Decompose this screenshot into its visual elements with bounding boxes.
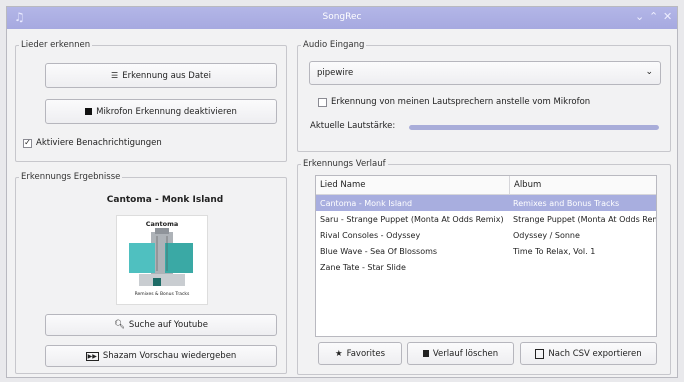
album-cell: Odyssey / Sonne bbox=[513, 230, 580, 240]
recognize-from-file-label: Erkennung aus Datei bbox=[122, 70, 211, 81]
album-column-header[interactable]: Album bbox=[509, 176, 656, 194]
songrec-window: ♫ SongRec ⌄ ⌃ ✕ Lieder erkennen ☰ Erkenn… bbox=[6, 6, 678, 378]
export-csv-label: Nach CSV exportieren bbox=[548, 348, 642, 359]
checkmark-icon[interactable]: ✓ bbox=[23, 138, 32, 148]
clear-history-label: Verlauf löschen bbox=[432, 348, 499, 359]
star-icon: ★ bbox=[334, 348, 343, 359]
cover-art bbox=[129, 228, 193, 286]
export-csv-button[interactable]: Nach CSV exportieren bbox=[520, 342, 657, 365]
history-table-header: Lied Name Album bbox=[316, 176, 656, 195]
notifications-label: Aktiviere Benachrichtigungen bbox=[36, 138, 162, 148]
document-icon bbox=[535, 348, 545, 359]
song-cell: Cantoma - Monk Island bbox=[320, 198, 413, 208]
song-cell: Saru - Strange Puppet (Monta At Odds Rem… bbox=[320, 214, 504, 224]
audio-input-group-label: Audio Eingang bbox=[303, 40, 365, 50]
stop-icon bbox=[85, 108, 93, 115]
disable-mic-label: Mikrofon Erkennung deaktivieren bbox=[96, 106, 237, 117]
speakers-checkbox[interactable]: Erkennung von meinen Lautsprechern anste… bbox=[318, 97, 590, 107]
shazam-preview-button[interactable]: ▶▶ Shazam Vorschau wiedergeben bbox=[45, 345, 277, 367]
media-icon: ▶▶ bbox=[85, 351, 99, 361]
recognize-from-file-button[interactable]: ☰ Erkennung aus Datei bbox=[45, 63, 277, 88]
cover-subtitle: Remixes & Bonus Tracks bbox=[134, 292, 190, 297]
album-cell: Strange Puppet (Monta At Odds Rem bbox=[513, 214, 656, 224]
album-cell: Remixes and Bonus Tracks bbox=[513, 198, 620, 208]
window-title: SongRec bbox=[322, 12, 362, 22]
song-cell: Zane Tate - Star Slide bbox=[320, 262, 406, 272]
volume-meter-fill bbox=[409, 125, 659, 130]
history-group-label: Erkennungs Verlauf bbox=[303, 159, 386, 169]
table-row[interactable]: Saru - Strange Puppet (Monta At Odds Rem… bbox=[316, 211, 656, 227]
maximize-icon[interactable]: ⌃ bbox=[649, 10, 658, 23]
favorites-label: Favorites bbox=[346, 348, 386, 359]
table-row[interactable]: Zane Tate - Star Slide bbox=[316, 259, 656, 275]
song-cell: Blue Wave - Sea Of Blossoms bbox=[320, 246, 438, 256]
table-row[interactable]: Blue Wave - Sea Of Blossoms Time To Rela… bbox=[316, 243, 656, 259]
disable-mic-button[interactable]: Mikrofon Erkennung deaktivieren bbox=[45, 99, 277, 124]
favorites-button[interactable]: ★ Favorites bbox=[318, 342, 402, 365]
shazam-preview-label: Shazam Vorschau wiedergeben bbox=[102, 351, 237, 361]
search-icon: 🔍︎ bbox=[114, 320, 125, 330]
close-icon[interactable]: ✕ bbox=[663, 10, 672, 23]
clear-history-button[interactable]: Verlauf löschen bbox=[407, 342, 514, 365]
volume-label: Aktuelle Lautstärke: bbox=[310, 121, 396, 131]
chevron-down-icon: ⌄ bbox=[645, 67, 653, 77]
minimize-icon[interactable]: ⌄ bbox=[635, 10, 644, 23]
history-table[interactable]: Lied Name Album Cantoma - Monk Island Re… bbox=[315, 175, 657, 337]
volume-meter bbox=[409, 125, 659, 130]
file-icon: ☰ bbox=[111, 71, 119, 80]
album-cover[interactable]: Cantoma Remixes & Bonus Tracks bbox=[116, 215, 208, 305]
notifications-checkbox[interactable]: ✓ Aktiviere Benachrichtigungen bbox=[23, 138, 162, 148]
audio-input-group: Audio Eingang bbox=[297, 40, 671, 152]
song-cell: Rival Consoles - Odyssey bbox=[320, 230, 421, 240]
delete-icon bbox=[422, 350, 429, 357]
audio-device-value: pipewire bbox=[317, 68, 354, 78]
song-name-column-header[interactable]: Lied Name bbox=[316, 176, 509, 194]
song-title: Cantoma - Monk Island bbox=[106, 195, 224, 205]
audio-device-select[interactable]: pipewire ⌄ bbox=[309, 61, 661, 85]
results-group-label: Erkennungs Ergebnisse bbox=[21, 172, 121, 182]
table-row[interactable]: Rival Consoles - Odyssey Odyssey / Sonne bbox=[316, 227, 656, 243]
speakers-label: Erkennung von meinen Lautsprechern anste… bbox=[331, 97, 591, 107]
search-youtube-button[interactable]: 🔍︎ Suche auf Youtube bbox=[45, 314, 277, 336]
speakers-checkbox-box[interactable] bbox=[318, 97, 327, 107]
album-cell: Time To Relax, Vol. 1 bbox=[513, 246, 596, 256]
recognize-group-label: Lieder erkennen bbox=[21, 40, 91, 50]
table-row[interactable]: Cantoma - Monk Island Remixes and Bonus … bbox=[316, 195, 656, 211]
search-youtube-label: Suche auf Youtube bbox=[128, 320, 208, 330]
title-bar[interactable]: ♫ SongRec ⌄ ⌃ ✕ bbox=[7, 7, 677, 29]
